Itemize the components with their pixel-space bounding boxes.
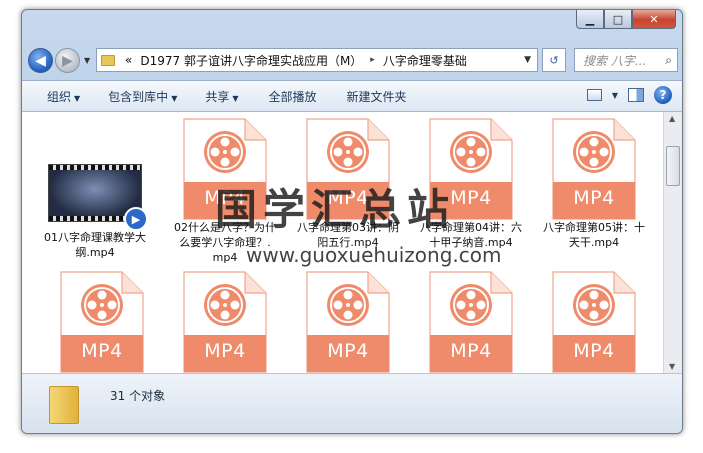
- navigation-bar: ◀ ▶ ▼ « D1977 郭子谊讲八字命理实战应用（M） ▸ 八字命理零基础 …: [28, 40, 678, 74]
- mp4-label: MP4: [81, 340, 123, 362]
- details-pane: 31 个对象: [22, 373, 682, 433]
- video-thumbnail: ▶: [48, 164, 148, 231]
- refresh-icon: ↺: [549, 53, 559, 67]
- mp4-file-icon: MP4: [429, 271, 513, 373]
- view-controls: ▼ ?: [586, 86, 672, 104]
- minimize-button[interactable]: ▁: [576, 10, 604, 29]
- preview-pane-icon[interactable]: [628, 88, 644, 102]
- organize-label: 组织: [47, 89, 72, 104]
- mp4-file-icon: MP4: [552, 271, 636, 373]
- search-input[interactable]: 搜索 八字... ⌕: [574, 48, 678, 72]
- media-player-icon: ▶: [124, 207, 148, 231]
- share-label: 共享: [205, 89, 230, 104]
- maximize-button[interactable]: □: [604, 10, 632, 29]
- view-dropdown-icon[interactable]: ▼: [612, 91, 618, 100]
- file-item[interactable]: MP4: [293, 271, 403, 373]
- mp4-label: MP4: [573, 340, 615, 362]
- help-icon[interactable]: ?: [654, 86, 672, 104]
- include-library-label: 包含到库中: [108, 89, 169, 104]
- scrollbar-thumb[interactable]: [666, 146, 680, 186]
- file-name: 01八字命理课教学大纲.mp4: [44, 231, 146, 259]
- close-button[interactable]: ✕: [632, 10, 676, 29]
- chevron-down-icon: ▼: [232, 93, 239, 103]
- mp4-label: MP4: [573, 187, 615, 209]
- vertical-scrollbar[interactable]: ▲ ▼: [663, 112, 682, 373]
- file-name: 八字命理第05讲：十天干.mp4: [543, 221, 645, 249]
- mp4-label: MP4: [450, 340, 492, 362]
- file-item[interactable]: MP4: [170, 271, 280, 373]
- file-item[interactable]: MP4: [416, 271, 526, 373]
- mp4-label: MP4: [327, 340, 369, 362]
- search-placeholder: 搜索 八字...: [583, 53, 647, 68]
- watermark-url: www.guoxuehuizong.com: [246, 243, 502, 267]
- folder-icon: [49, 386, 79, 424]
- forward-button[interactable]: ▶: [55, 48, 80, 73]
- address-prefix[interactable]: «: [125, 53, 132, 67]
- file-item[interactable]: MP4 八字命理第05讲：十天干.mp4: [539, 118, 649, 250]
- mp4-file-icon: MP4: [306, 271, 390, 373]
- breadcrumb-segment-2[interactable]: 八字命理零基础: [383, 52, 467, 69]
- change-view-icon[interactable]: [586, 89, 602, 101]
- mp4-file-icon: MP4: [552, 118, 636, 220]
- arrow-right-icon: ▶: [62, 52, 73, 69]
- refresh-button[interactable]: ↺: [542, 48, 566, 72]
- title-bar: ▁ □ ✕: [22, 10, 682, 40]
- command-bar: 组织 ▼ 包含到库中 ▼ 共享 ▼ 全部播放 新建文件夹 ▼ ?: [22, 80, 682, 112]
- window-controls: ▁ □ ✕: [576, 10, 676, 29]
- chevron-down-icon: ▼: [74, 93, 81, 103]
- share-menu[interactable]: 共享 ▼: [205, 88, 238, 105]
- back-button[interactable]: ◀: [28, 48, 53, 73]
- address-dropdown-icon[interactable]: ▼: [524, 55, 531, 65]
- watermark-title: 国学汇总站: [215, 185, 456, 234]
- arrow-left-icon: ◀: [35, 52, 46, 69]
- recent-pages-dropdown[interactable]: ▼: [84, 56, 90, 65]
- folder-icon: [101, 54, 115, 66]
- include-library-menu[interactable]: 包含到库中 ▼: [108, 88, 177, 105]
- mp4-file-icon: MP4: [60, 271, 144, 373]
- mp4-file-icon: MP4: [183, 271, 267, 373]
- address-bar[interactable]: « D1977 郭子谊讲八字命理实战应用（M） ▸ 八字命理零基础 ▼: [96, 48, 538, 72]
- scroll-down-icon[interactable]: ▼: [669, 362, 675, 371]
- chevron-down-icon: ▼: [171, 93, 178, 103]
- file-item[interactable]: MP4: [539, 271, 649, 373]
- breadcrumb-segment-1[interactable]: D1977 郭子谊讲八字命理实战应用（M）: [140, 52, 362, 69]
- scroll-up-icon[interactable]: ▲: [669, 114, 675, 123]
- file-item[interactable]: ▶ 01八字命理课教学大纲.mp4: [40, 122, 150, 260]
- play-all-button[interactable]: 全部播放: [269, 88, 317, 105]
- item-count: 31 个对象: [110, 389, 166, 403]
- search-icon[interactable]: ⌕: [665, 53, 672, 68]
- breadcrumb-separator[interactable]: ▸: [370, 55, 375, 65]
- mp4-label: MP4: [204, 340, 246, 362]
- file-item[interactable]: MP4: [47, 271, 157, 373]
- organize-menu[interactable]: 组织 ▼: [47, 88, 80, 105]
- new-folder-button[interactable]: 新建文件夹: [347, 88, 407, 105]
